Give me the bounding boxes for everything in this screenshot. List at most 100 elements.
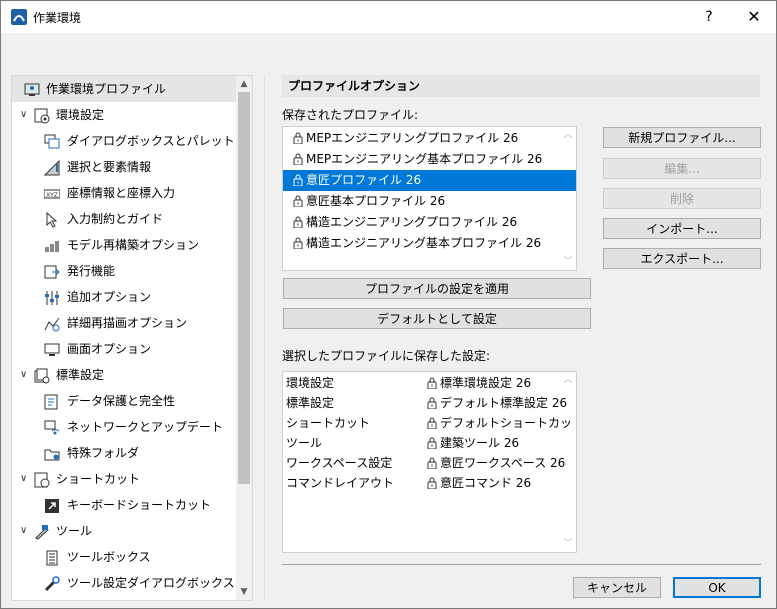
tree-item-label: 発行機能	[67, 264, 116, 278]
setting-value: 意匠コマンド 26	[427, 473, 531, 494]
rebuild-icon	[44, 237, 60, 253]
xyz-icon: XYZ	[43, 185, 61, 201]
tree-item[interactable]: ツール設定ダイアログボックス	[12, 570, 236, 596]
setting-value: 意匠ワークスペース 26	[427, 453, 565, 474]
svg-text:XYZ: XYZ	[46, 192, 58, 199]
cancel-button[interactable]: キャンセル	[573, 577, 661, 598]
lock-icon	[293, 236, 306, 250]
profile-list-item[interactable]: 意匠プロファイル 26	[283, 170, 576, 191]
tree-item-label: 入力制約とガイド	[67, 212, 164, 226]
setting-category: 環境設定	[286, 376, 335, 390]
scroll-down-icon[interactable]: ▼	[236, 584, 252, 600]
scroll-up-icon[interactable]: ︿	[560, 372, 576, 388]
chevron-down-icon[interactable]: ∨	[20, 362, 30, 388]
selection-icon	[43, 159, 60, 176]
profile-list-item[interactable]: 構造エンジニアリング基本プロファイル 26	[283, 233, 559, 254]
scroll-thumb[interactable]	[238, 92, 250, 484]
tree-item-label: モデル再構築オプション	[67, 238, 200, 252]
tree-item[interactable]: 入力制約とガイド	[12, 206, 236, 232]
redraw-icon	[44, 315, 60, 332]
cursor-icon	[44, 211, 60, 228]
profile-list-item[interactable]: 構造エンジニアリングプロファイル 26	[283, 212, 559, 233]
tree-item[interactable]: 詳細再描画オプション	[12, 310, 236, 336]
tree-scrollbar[interactable]: ▲ ▼	[236, 76, 252, 600]
edit-profile-button[interactable]: 編集...	[603, 158, 761, 179]
profile-name: 意匠プロファイル 26	[306, 173, 422, 187]
delete-profile-button[interactable]: 削除	[603, 188, 761, 209]
window-title: 作業環境	[33, 11, 82, 25]
tree-item[interactable]: ∨ 環境設定	[12, 102, 236, 128]
scroll-down-icon[interactable]: ﹀	[560, 536, 576, 552]
profile-list-item[interactable]: MEPエンジニアリングプロファイル 26	[283, 128, 559, 149]
tree-item[interactable]: データ保護と完全性	[12, 388, 236, 414]
tree-item[interactable]: ダイアログボックスとパレット	[12, 128, 236, 154]
stored-settings-list: 環境設定 標準環境設定 26 標準設定 デフォルト標準設定 26 ショートカット デフォル…	[282, 371, 577, 553]
tree-item[interactable]: ツールボックス	[12, 544, 236, 570]
tree-item[interactable]: 発行機能	[12, 258, 236, 284]
title-bar: 作業環境 ? ✕	[1, 1, 776, 33]
help-button[interactable]: ?	[695, 1, 723, 33]
setting-value-text: 標準環境設定 26	[440, 376, 532, 390]
company-settings-icon	[34, 367, 50, 384]
stored-setting-row: ショートカット デフォルトショートカット 26	[283, 413, 576, 434]
lock-icon	[293, 194, 306, 208]
scroll-up-icon[interactable]: ︿	[560, 127, 576, 143]
tree-item[interactable]: 画面オプション	[12, 336, 236, 362]
new-profile-button[interactable]: 新規プロファイル...	[603, 127, 761, 148]
setting-value-text: 意匠ワークスペース 26	[440, 456, 566, 470]
chevron-down-icon[interactable]: ∨	[20, 102, 30, 128]
profile-name: 構造エンジニアリング基本プロファイル 26	[306, 236, 542, 250]
lock-icon	[293, 152, 306, 166]
set-default-button[interactable]: デフォルトとして設定	[283, 308, 591, 329]
lock-icon	[427, 456, 440, 470]
tree-item[interactable]: モデル再構築オプション	[12, 232, 236, 258]
tree-item-label: 追加オプション	[67, 290, 152, 304]
lock-icon	[427, 396, 440, 410]
tree-item[interactable]: 選択と要素情報	[12, 154, 236, 180]
tree-item-label: 作業環境プロファイル	[46, 82, 167, 96]
chevron-down-icon[interactable]: ∨	[20, 466, 30, 492]
profiles-scrollbar[interactable]: ︿ ﹀	[560, 127, 576, 270]
user-settings-icon	[34, 107, 50, 124]
tree-item-label: ショートカット	[56, 472, 141, 486]
ok-button[interactable]: OK	[673, 577, 761, 598]
apply-profile-button[interactable]: プロファイルの設定を適用	[283, 278, 591, 299]
lock-icon	[427, 476, 440, 490]
lock-icon	[293, 173, 306, 187]
setting-value: 標準環境設定 26	[427, 373, 531, 394]
scroll-down-icon[interactable]: ﹀	[560, 254, 576, 270]
tree-item[interactable]: XYZ 座標情報と座標入力	[12, 180, 236, 206]
tree-item-label: 座標情報と座標入力	[67, 186, 176, 200]
tree-item-label: 選択と要素情報	[67, 160, 152, 174]
profile-name: 構造エンジニアリングプロファイル 26	[306, 215, 518, 229]
dialog-icon	[44, 133, 60, 149]
settings-tree: 作業環境プロファイル ∨ 環境設定 ダイアログボックスとパレット選択と要素情報 XYZ 座…	[11, 75, 253, 601]
profile-list-item[interactable]: 意匠基本プロファイル 26	[283, 191, 559, 212]
stored-scrollbar[interactable]: ︿ ﹀	[560, 372, 576, 552]
chevron-down-icon[interactable]: ∨	[20, 518, 30, 544]
tree-item[interactable]: ネットワークとアップデート	[12, 414, 236, 440]
setting-value: デフォルトショートカット 26	[427, 413, 576, 434]
stored-settings-label: 選択したプロファイルに保存した設定:	[282, 349, 491, 363]
tree-item[interactable]: 特殊フォルダ	[12, 440, 236, 466]
setting-value: デフォルト標準設定 26	[427, 393, 567, 414]
saved-profiles-label: 保存されたプロファイル:	[282, 108, 419, 122]
tree-item[interactable]: 追加オプション	[12, 284, 236, 310]
tree-item[interactable]: ∨ ツール	[12, 518, 236, 544]
close-button[interactable]: ✕	[739, 1, 769, 33]
archicad-app-icon	[11, 9, 27, 25]
import-profile-button[interactable]: インポート...	[603, 218, 761, 239]
setting-value-text: 建築ツール 26	[440, 436, 520, 450]
stored-setting-row: 標準設定 デフォルト標準設定 26	[283, 393, 567, 414]
tree-item-label: 特殊フォルダ	[67, 446, 140, 460]
tree-item[interactable]: ∨ 標準設定	[12, 362, 236, 388]
tree-item[interactable]: キーボードショートカット	[12, 492, 236, 518]
tree-item[interactable]: 作業環境プロファイル	[12, 76, 236, 102]
scroll-up-icon[interactable]: ▲	[236, 76, 252, 92]
tree-item[interactable]: ∨ ショートカット	[12, 466, 236, 492]
setting-category: ショートカット	[286, 416, 371, 430]
export-profile-button[interactable]: エクスポート...	[603, 248, 761, 269]
saved-profiles-list[interactable]: MEPエンジニアリングプロファイル 26 MEPエンジニアリング基本プロファイル …	[282, 126, 577, 271]
profile-list-item[interactable]: MEPエンジニアリング基本プロファイル 26	[283, 149, 559, 170]
tree-item-label: ツールボックス	[67, 550, 151, 564]
